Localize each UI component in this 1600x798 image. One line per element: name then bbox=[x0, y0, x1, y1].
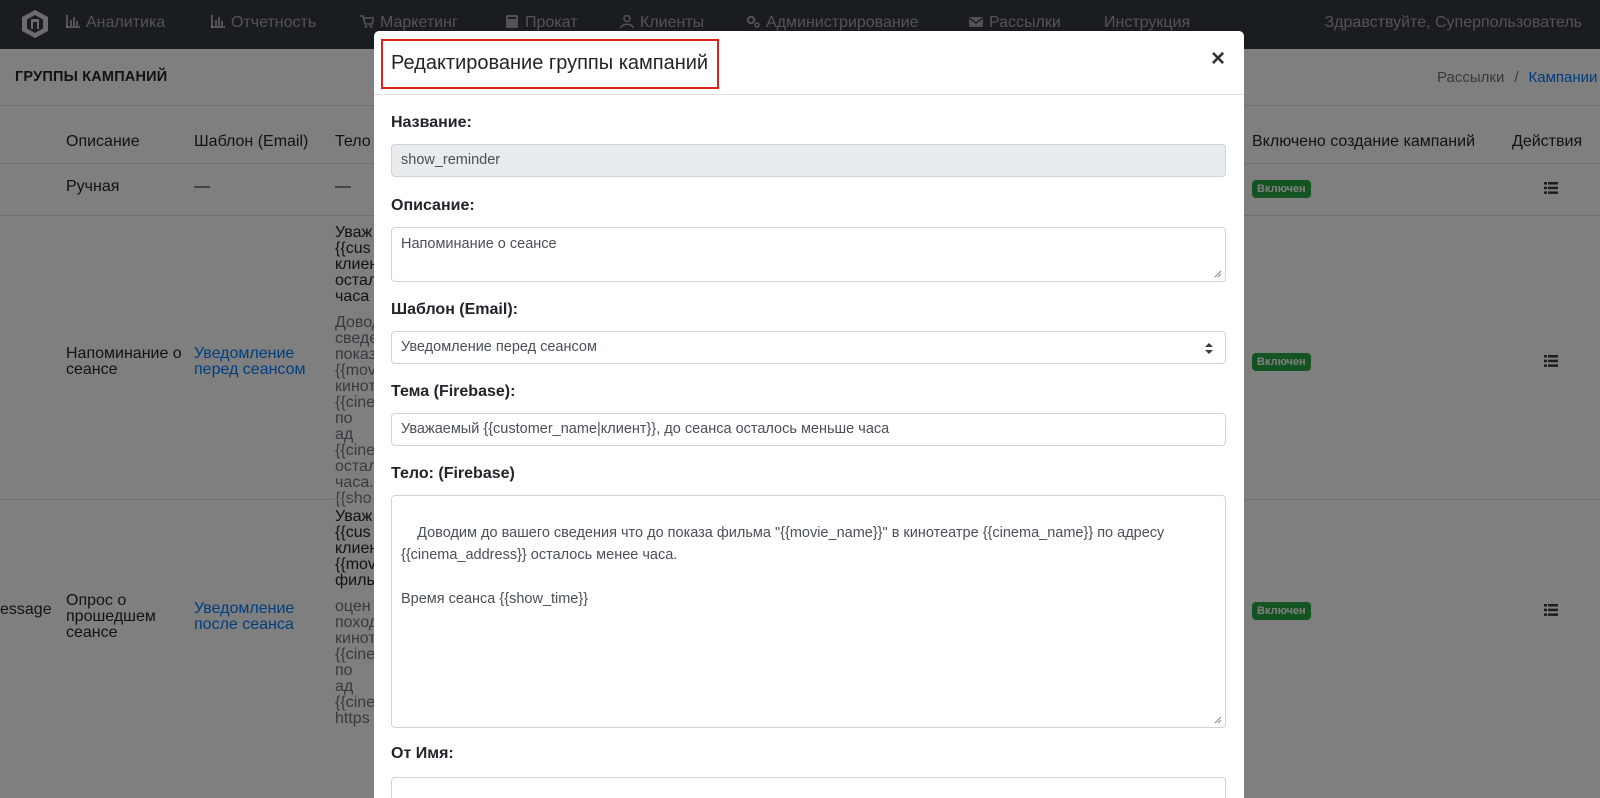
subject-label: Тема (Firebase): bbox=[391, 383, 516, 400]
select-arrows-icon bbox=[1205, 343, 1213, 354]
close-button[interactable]: × bbox=[1208, 47, 1228, 71]
name-label: Название: bbox=[391, 114, 472, 131]
template-label: Шаблон (Email): bbox=[391, 301, 518, 318]
template-select[interactable]: Уведомление перед сеансом bbox=[391, 331, 1226, 364]
resize-grip-icon[interactable] bbox=[1214, 716, 1222, 724]
body-value: Доводим до вашего сведения что до показа… bbox=[401, 525, 1165, 607]
name-field[interactable]: show_reminder bbox=[391, 144, 1226, 177]
subject-input[interactable]: Уважаемый {{customer_name|клиент}}, до с… bbox=[391, 413, 1226, 446]
edit-campaign-group-modal: Редактирование группы кампаний × Названи… bbox=[374, 31, 1244, 798]
body-textarea[interactable]: Доводим до вашего сведения что до показа… bbox=[391, 495, 1226, 728]
description-textarea[interactable]: Напоминание о сеансе bbox=[391, 227, 1226, 282]
from-name-label: От Имя: bbox=[391, 745, 454, 762]
template-selected-value: Уведомление перед сеансом bbox=[401, 339, 597, 355]
modal-header: Редактирование группы кампаний × bbox=[374, 31, 1244, 95]
resize-grip-icon[interactable] bbox=[1214, 270, 1222, 278]
body-label: Тело: (Firebase) bbox=[391, 465, 515, 482]
description-value: Напоминание о сеансе bbox=[401, 236, 557, 252]
from-name-input[interactable] bbox=[391, 777, 1226, 798]
modal-title: Редактирование группы кампаний bbox=[381, 39, 719, 89]
description-label: Описание: bbox=[391, 197, 475, 214]
